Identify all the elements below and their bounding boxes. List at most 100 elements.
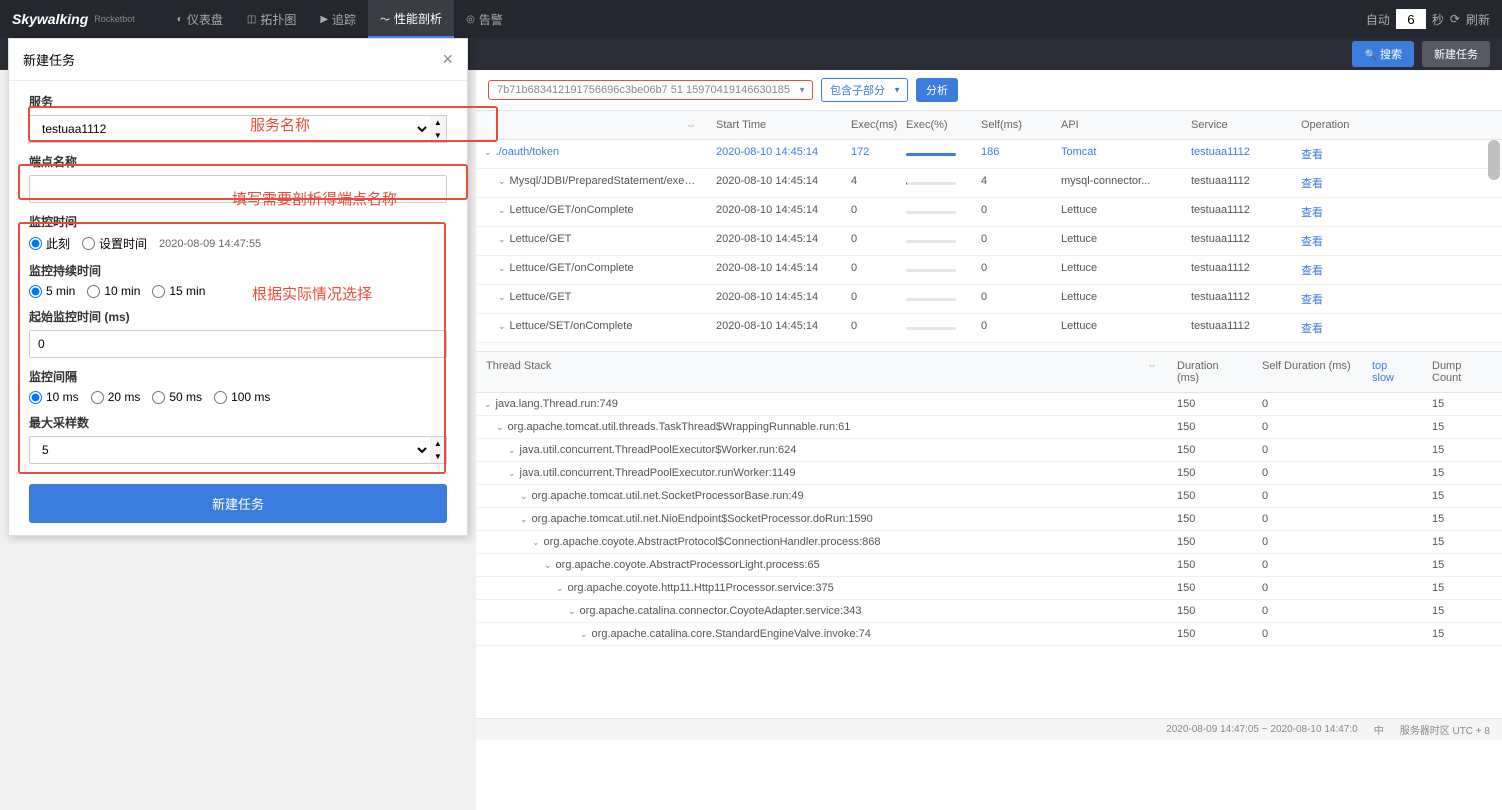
search-button[interactable]: 🔍 搜索 <box>1352 41 1414 67</box>
table-row[interactable]: ⌄org.apache.catalina.core.StandardEngine… <box>476 623 1502 646</box>
tree-toggle-icon[interactable]: ⌄ <box>568 606 576 616</box>
table-row[interactable]: ⌄Lettuce/GET/onComplete 2020-08-10 14:45… <box>476 256 1502 285</box>
tree-toggle-icon[interactable]: ⌄ <box>508 445 516 455</box>
duration: 150 <box>1167 393 1252 415</box>
tree-toggle-icon[interactable]: ⌄ <box>520 491 528 501</box>
tree-toggle-icon[interactable]: ⌄ <box>580 629 588 639</box>
service-select[interactable]: testuaa1112 <box>29 115 430 143</box>
operation-link[interactable]: 查看 <box>1291 314 1381 342</box>
tree-toggle-icon[interactable]: ⌄ <box>496 422 504 432</box>
create-task-button[interactable]: 新建任务 <box>29 484 447 523</box>
nav-item[interactable]: ◎告警 <box>454 0 515 38</box>
table-row[interactable]: ⌄org.apache.tomcat.util.threads.TaskThre… <box>476 416 1502 439</box>
tree-toggle-icon[interactable]: ⌄ <box>484 399 492 409</box>
include-children-select[interactable]: 包含子部分▼ <box>821 78 908 102</box>
operation-link[interactable]: 查看 <box>1291 227 1381 255</box>
tree-toggle-icon[interactable]: ⌄ <box>498 321 506 331</box>
duration-radio[interactable]: 10 min <box>87 284 140 298</box>
stepper-down-icon[interactable]: ▼ <box>430 450 446 463</box>
table-row[interactable]: ⌄java.lang.Thread.run:749 150 0 15 <box>476 393 1502 416</box>
auto-seconds-input[interactable] <box>1396 9 1426 29</box>
tree-toggle-icon[interactable]: ⌄ <box>498 263 506 273</box>
duration-radio[interactable]: 15 min <box>152 284 205 298</box>
table-row[interactable]: ⌄org.apache.tomcat.util.net.SocketProces… <box>476 485 1502 508</box>
exec-ms: 0 <box>841 256 896 284</box>
api-name: mysql-connector... <box>1051 169 1181 197</box>
self-duration: 0 <box>1252 577 1362 599</box>
tree-toggle-icon[interactable]: ⌄ <box>544 560 552 570</box>
stack-frame: ⌄org.apache.coyote.http11.Http11Processo… <box>476 577 1167 599</box>
tree-toggle-icon[interactable]: ⌄ <box>498 292 506 302</box>
table-row[interactable]: ⌄org.apache.tomcat.util.net.NioEndpoint$… <box>476 508 1502 531</box>
trace-id-select[interactable]: 7b71b683412191756696c3be06b7 51 15970419… <box>488 80 813 100</box>
table-row[interactable]: ⌄org.apache.coyote.http11.Http11Processo… <box>476 577 1502 600</box>
resize-icon[interactable]: ⇔ <box>1147 360 1157 371</box>
refresh-icon[interactable]: ⟳ <box>1450 12 1460 26</box>
operation-link[interactable]: 查看 <box>1291 169 1381 197</box>
table-row[interactable]: ⌄Lettuce/GET 2020-08-10 14:45:14 0 0 Let… <box>476 285 1502 314</box>
trace-name: ⌄Lettuce/GET <box>476 285 706 313</box>
tree-toggle-icon[interactable]: ⌄ <box>520 514 528 524</box>
scrollbar-vertical[interactable] <box>1488 140 1500 180</box>
stepper-up-icon[interactable]: ▲ <box>430 116 446 129</box>
radio-now[interactable]: 此刻 <box>29 235 70 252</box>
exec-pct <box>896 140 971 168</box>
table-row[interactable]: ⌄java.util.concurrent.ThreadPoolExecutor… <box>476 462 1502 485</box>
stepper-up-icon[interactable]: ▲ <box>430 437 446 450</box>
dump-count: 15 <box>1422 508 1502 530</box>
operation-link[interactable]: 查看 <box>1291 198 1381 226</box>
duration-radio[interactable]: 5 min <box>29 284 75 298</box>
duration: 150 <box>1167 531 1252 553</box>
nav-item[interactable]: 〜性能剖析 <box>368 0 454 38</box>
analyze-button[interactable]: 分析 <box>916 78 958 102</box>
th-op: Operation <box>1291 111 1381 139</box>
table-row[interactable]: ⌄./oauth/token 2020-08-10 14:45:14 172 1… <box>476 140 1502 169</box>
tree-toggle-icon[interactable]: ⌄ <box>498 234 506 244</box>
lang-toggle[interactable]: 中 <box>1374 722 1384 737</box>
table-row[interactable]: ⌄Mysql/JDBI/PreparedStatement/execute 20… <box>476 169 1502 198</box>
self-duration: 0 <box>1252 623 1362 645</box>
th-stack: Thread Stack ⇔ <box>476 352 1167 392</box>
max-sample-select[interactable]: 5 <box>29 436 430 464</box>
table-row[interactable]: ⌄Lettuce/SET/onComplete 2020-08-10 14:45… <box>476 314 1502 343</box>
interval-radio[interactable]: 100 ms <box>214 390 270 404</box>
interval-radio[interactable]: 20 ms <box>91 390 141 404</box>
operation-link[interactable]: 查看 <box>1291 256 1381 284</box>
dump-count: 15 <box>1422 600 1502 622</box>
resize-icon[interactable]: ⇔ <box>686 120 696 131</box>
table-row[interactable]: ⌄org.apache.coyote.AbstractProtocol$Conn… <box>476 531 1502 554</box>
table-row[interactable]: ⌄org.apache.coyote.AbstractProcessorLigh… <box>476 554 1502 577</box>
tree-toggle-icon[interactable]: ⌄ <box>532 537 540 547</box>
stack-frame: ⌄org.apache.catalina.core.StandardEngine… <box>476 623 1167 645</box>
api-name: Lettuce <box>1051 256 1181 284</box>
nav-item[interactable]: ▶追踪 <box>308 0 368 38</box>
threshold-input[interactable] <box>29 330 447 358</box>
duration: 150 <box>1167 600 1252 622</box>
tree-toggle-icon[interactable]: ⌄ <box>484 147 492 157</box>
trace-name: ⌄Lettuce/SET/onComplete <box>476 314 706 342</box>
tree-toggle-icon[interactable]: ⌄ <box>508 468 516 478</box>
tree-toggle-icon[interactable]: ⌄ <box>498 205 506 215</box>
service-name: testuaa1112 <box>1181 227 1291 255</box>
new-task-button[interactable]: 新建任务 <box>1422 41 1490 67</box>
interval-radio[interactable]: 10 ms <box>29 390 79 404</box>
tree-toggle-icon[interactable]: ⌄ <box>498 176 506 186</box>
dump-count: 15 <box>1422 531 1502 553</box>
top-slow-link[interactable]: top slow <box>1362 352 1422 392</box>
endpoint-input[interactable] <box>29 175 447 203</box>
radio-set-time[interactable]: 设置时间 <box>82 235 147 252</box>
interval-radio[interactable]: 50 ms <box>152 390 202 404</box>
nav-item[interactable]: ◐仪表盘 <box>165 0 235 38</box>
table-row[interactable]: ⌄java.util.concurrent.ThreadPoolExecutor… <box>476 439 1502 462</box>
dump-count: 15 <box>1422 393 1502 415</box>
table-row[interactable]: ⌄Lettuce/GET 2020-08-10 14:45:14 0 0 Let… <box>476 227 1502 256</box>
nav-item[interactable]: ◫拓扑图 <box>235 0 308 38</box>
table-row[interactable]: ⌄org.apache.catalina.connector.CoyoteAda… <box>476 600 1502 623</box>
close-icon[interactable]: × <box>442 49 453 70</box>
stepper-down-icon[interactable]: ▼ <box>430 129 446 142</box>
operation-link[interactable]: 查看 <box>1291 285 1381 313</box>
table-row[interactable]: ⌄Lettuce/GET/onComplete 2020-08-10 14:45… <box>476 198 1502 227</box>
tree-toggle-icon[interactable]: ⌄ <box>556 583 564 593</box>
th-api: API <box>1051 111 1181 139</box>
operation-link[interactable]: 查看 <box>1291 140 1381 168</box>
